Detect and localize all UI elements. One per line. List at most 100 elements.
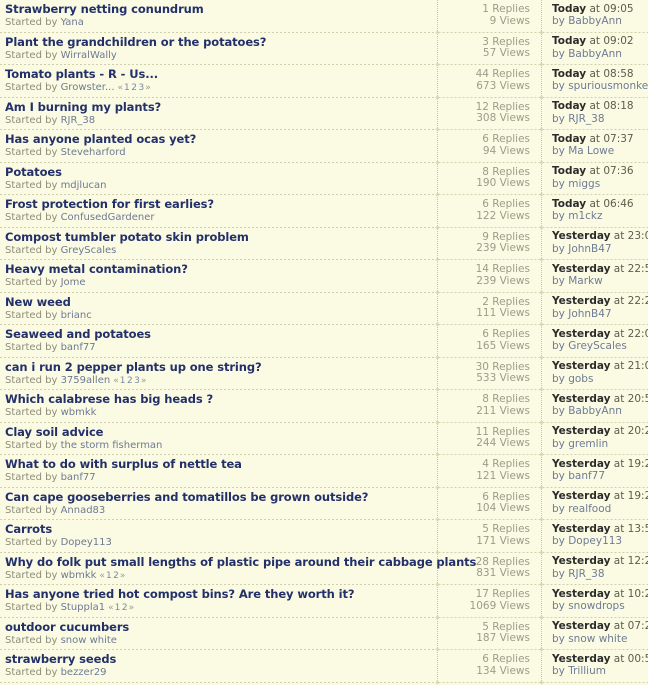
table-row[interactable]: Compost tumbler potato skin problemStart… (0, 228, 648, 261)
thread-title-link[interactable]: Has anyone tried hot compost bins? Are t… (5, 588, 354, 601)
table-row[interactable]: Which calabrese has big heads ?Started b… (0, 390, 648, 423)
last-post-author[interactable]: by m1ckz (552, 211, 644, 223)
last-post-author[interactable]: by gobs (552, 374, 644, 386)
thread-starter-name[interactable]: wbmkk (61, 570, 97, 581)
thread-starter-name[interactable]: Steveharford (61, 147, 126, 158)
last-post-day: Today (552, 3, 586, 15)
last-post-author[interactable]: by JohnB47 (552, 309, 644, 321)
pager-page-link[interactable]: 3 (134, 376, 140, 386)
last-post-author[interactable]: by JohnB47 (552, 244, 644, 256)
thread-starter-name[interactable]: bezzer29 (61, 667, 107, 678)
last-post-author[interactable]: by banf77 (552, 471, 644, 483)
pager-page-link[interactable]: 2 (127, 376, 133, 386)
thread-starter-name[interactable]: Stuppla1 (61, 602, 106, 613)
thread-starter-name[interactable]: banf77 (61, 342, 96, 353)
pager-page-link[interactable]: 2 (131, 83, 137, 93)
thread-starter-name[interactable]: ConfusedGardener (61, 212, 155, 223)
pager-page-link[interactable]: 1 (124, 83, 130, 93)
table-row[interactable]: New weedStarted by brianc2 Replies111 Vi… (0, 293, 648, 326)
last-post-author[interactable]: by Ma Lowe (552, 146, 644, 158)
thread-title-link[interactable]: Am I burning my plants? (5, 101, 161, 114)
last-post-author[interactable]: by BabbyAnn (552, 406, 644, 418)
last-post-author[interactable]: by spuriousmonkey (552, 81, 644, 93)
thread-title-link[interactable]: Plant the grandchildren or the potatoes? (5, 36, 266, 49)
table-row[interactable]: Tomato plants - R - Us...Started by Grow… (0, 65, 648, 98)
table-row[interactable]: Plant the grandchildren or the potatoes?… (0, 33, 648, 66)
last-post-author[interactable]: by RJR_38 (552, 114, 644, 126)
table-row[interactable]: Heavy metal contamination?Started by Jom… (0, 260, 648, 293)
table-row[interactable]: Has anyone tried hot compost bins? Are t… (0, 585, 648, 618)
last-post-author[interactable]: by gremlin (552, 439, 644, 451)
table-row[interactable]: Frost protection for first earlies?Start… (0, 195, 648, 228)
table-row[interactable]: Strawberry netting conundrumStarted by Y… (0, 0, 648, 33)
thread-title-link[interactable]: outdoor cucumbers (5, 621, 129, 634)
thread-starter-name[interactable]: Growster... (61, 82, 115, 93)
table-row[interactable]: Has anyone planted ocas yet?Started by S… (0, 130, 648, 163)
thread-starter-name[interactable]: banf77 (61, 472, 96, 483)
pager-page-link[interactable]: 2 (113, 571, 119, 581)
table-row[interactable]: Clay soil adviceStarted by the storm fis… (0, 423, 648, 456)
reply-count: 8 Replies (444, 394, 530, 406)
last-post-author[interactable]: by snowdrops (552, 601, 644, 613)
last-post-author[interactable]: by BabbyAnn (552, 49, 644, 61)
last-post-timestamp: Yesterday at 13:55 (552, 524, 644, 536)
thread-title-cell: Frost protection for first earlies?Start… (0, 195, 438, 228)
thread-starter-name[interactable]: Yana (61, 17, 84, 28)
thread-title-link[interactable]: Carrots (5, 523, 52, 536)
table-row[interactable]: outdoor cucumbersStarted by snow white5 … (0, 618, 648, 651)
last-post-author[interactable]: by BabbyAnn (552, 16, 644, 28)
pager-page-link[interactable]: 1 (106, 571, 112, 581)
thread-starter-name[interactable]: Dopey113 (61, 537, 112, 548)
thread-starter-name[interactable]: brianc (61, 310, 92, 321)
thread-starter-name[interactable]: the storm fisherman (61, 440, 163, 451)
thread-title-link[interactable]: Can cape gooseberries and tomatillos be … (5, 491, 368, 504)
thread-title-link[interactable]: strawberry seeds (5, 653, 116, 666)
last-post-author[interactable]: by Trillium (552, 666, 644, 678)
last-post-timestamp: Yesterday at 19:25 (552, 459, 644, 471)
last-post-author[interactable]: by miggs (552, 179, 644, 191)
thread-title-link[interactable]: can i run 2 pepper plants up one string? (5, 361, 262, 374)
last-post-author[interactable]: by GreyScales (552, 341, 644, 353)
thread-starter-name[interactable]: GreyScales (61, 245, 117, 256)
last-post-author[interactable]: by Dopey113 (552, 536, 644, 548)
thread-title-link[interactable]: Compost tumbler potato skin problem (5, 231, 249, 244)
table-row[interactable]: CarrotsStarted by Dopey1135 Replies171 V… (0, 520, 648, 553)
pager-page-link[interactable]: 1 (115, 603, 121, 613)
pager-page-link[interactable]: 2 (122, 603, 128, 613)
table-row[interactable]: strawberry seedsStarted by bezzer296 Rep… (0, 650, 648, 683)
table-row[interactable]: Can cape gooseberries and tomatillos be … (0, 488, 648, 521)
thread-starter-name[interactable]: Jome (61, 277, 86, 288)
table-row[interactable]: What to do with surplus of nettle teaSta… (0, 455, 648, 488)
thread-starter-name[interactable]: Annad83 (61, 505, 106, 516)
thread-starter-name[interactable]: RJR_38 (61, 115, 96, 126)
thread-title-link[interactable]: What to do with surplus of nettle tea (5, 458, 242, 471)
thread-title-link[interactable]: Tomato plants - R - Us... (5, 68, 158, 81)
thread-starter-name[interactable]: snow white (61, 635, 117, 646)
table-row[interactable]: can i run 2 pepper plants up one string?… (0, 358, 648, 391)
pager-page-link[interactable]: 1 (120, 376, 126, 386)
table-row[interactable]: Seaweed and potatoesStarted by banf776 R… (0, 325, 648, 358)
last-post-author[interactable]: by snow white (552, 634, 644, 646)
thread-title-link[interactable]: Frost protection for first earlies? (5, 198, 214, 211)
thread-starter-name[interactable]: WirralWally (61, 50, 117, 61)
thread-title-link[interactable]: Clay soil advice (5, 426, 103, 439)
thread-title-link[interactable]: Heavy metal contamination? (5, 263, 188, 276)
thread-stats-cell: 11 Replies244 Views (438, 423, 542, 456)
table-row[interactable]: Why do folk put small lengths of plastic… (0, 553, 648, 586)
thread-starter-name[interactable]: 3759allen (61, 375, 111, 386)
thread-title-link[interactable]: Strawberry netting conundrum (5, 3, 204, 16)
last-post-author[interactable]: by RJR_38 (552, 569, 644, 581)
table-row[interactable]: Am I burning my plants?Started by RJR_38… (0, 98, 648, 131)
last-post-author[interactable]: by Markw (552, 276, 644, 288)
thread-title-link[interactable]: Potatoes (5, 166, 62, 179)
table-row[interactable]: PotatoesStarted by mdjlucan8 Replies190 … (0, 163, 648, 196)
thread-title-link[interactable]: Has anyone planted ocas yet? (5, 133, 196, 146)
thread-title-link[interactable]: Seaweed and potatoes (5, 328, 151, 341)
last-post-author[interactable]: by realfood (552, 504, 644, 516)
thread-starter-name[interactable]: mdjlucan (61, 180, 107, 191)
pager-page-link[interactable]: 3 (139, 83, 145, 93)
thread-title-link[interactable]: Why do folk put small lengths of plastic… (5, 556, 476, 569)
thread-starter-name[interactable]: wbmkk (61, 407, 97, 418)
thread-title-link[interactable]: New weed (5, 296, 71, 309)
thread-title-link[interactable]: Which calabrese has big heads ? (5, 393, 213, 406)
